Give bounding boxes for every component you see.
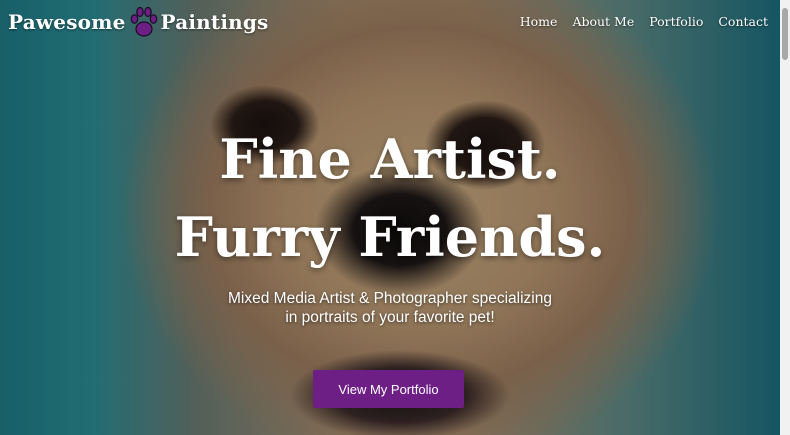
hero-headline-line1: Fine Artist. <box>219 127 561 191</box>
nav-link-portfolio[interactable]: Portfolio <box>649 14 703 29</box>
hero-subtitle-line1: Mixed Media Artist & Photographer specia… <box>228 290 552 307</box>
scrollbar-thumb[interactable] <box>782 8 788 60</box>
nav-link-contact[interactable]: Contact <box>718 14 768 29</box>
nav-link-about-me[interactable]: About Me <box>572 14 634 29</box>
nav-link-home[interactable]: Home <box>520 14 558 29</box>
hero-subtitle-line2: in portraits of your favorite pet! <box>285 308 495 326</box>
main-nav: Home About Me Portfolio Contact <box>520 14 768 29</box>
hero-subtitle: Mixed Media Artist & Photographer specia… <box>0 290 780 327</box>
hero-headline-line2: Furry Friends. <box>174 205 606 269</box>
view-portfolio-button[interactable]: View My Portfolio <box>313 370 464 408</box>
paw-print-icon <box>130 6 157 37</box>
vertical-scrollbar[interactable] <box>780 0 790 435</box>
brand-name-left: Pawesome <box>8 10 126 34</box>
brand-name-right: Paintings <box>160 10 269 34</box>
site-logo[interactable]: Pawesome Paintings <box>8 4 269 40</box>
